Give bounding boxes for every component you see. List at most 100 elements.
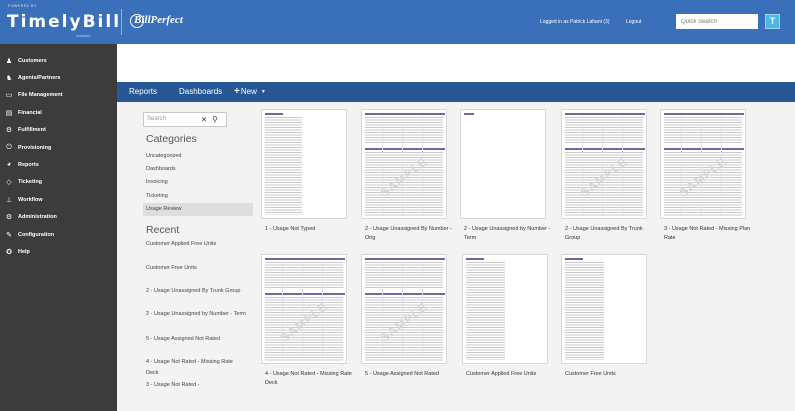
report-column-divider (402, 261, 403, 361)
report-header-bar (265, 293, 345, 295)
users-icon: ♞ (5, 74, 13, 82)
user-icon: ♟ (5, 57, 13, 65)
report-header-bar (565, 148, 645, 150)
report-header-bar (365, 113, 445, 115)
timelybill-logo[interactable]: POWERED BY TimelyBill CONNECT (6, 3, 122, 41)
report-thumbnail[interactable] (261, 109, 347, 219)
report-header-bar (365, 148, 445, 150)
sidebar-item-workflow[interactable]: ⊥ Workflow (0, 191, 117, 208)
clear-search-icon[interactable]: ✕ (201, 115, 207, 124)
recent-item[interactable]: 2 - Usage Unassigned by Number - Term (146, 309, 246, 320)
ledger-icon: ▤ (5, 109, 13, 117)
new-menu[interactable]: +New ▼ (234, 82, 266, 102)
quick-search-button[interactable]: T (765, 14, 780, 29)
report-title[interactable]: 2 - Usage Unassigned By Trunk Group (565, 225, 655, 243)
report-title[interactable]: 1 - Usage Not Typed (265, 225, 355, 234)
sidebar-item-customers[interactable]: ♟ Customers (0, 52, 117, 69)
report-header-bar (365, 258, 445, 260)
report-column-divider (382, 116, 383, 216)
tag-icon: ◇ (6, 179, 12, 187)
content-header-blank (117, 44, 795, 82)
pie-chart-icon: ◕ (6, 161, 12, 169)
sidebar-item-label: Fulfillment (18, 127, 46, 134)
sidebar-item-reports[interactable]: ◕ Reports (0, 156, 117, 173)
nav-dashboards[interactable]: Dashboards (179, 82, 222, 102)
report-table-rows (265, 117, 302, 215)
sitemap-icon: ⊥ (5, 196, 13, 204)
report-column-divider (382, 261, 383, 361)
sidebar-item-label: File Management (18, 92, 63, 99)
report-thumbnail[interactable]: SAMPLE (361, 109, 447, 219)
report-thumbnail[interactable] (462, 254, 548, 364)
report-title[interactable]: Customer Applied Free Units (466, 370, 556, 379)
report-table-rows (664, 117, 742, 143)
report-table-rows (265, 262, 343, 288)
report-table-rows (466, 262, 505, 360)
billperfect-logo-text[interactable]: BillPerfect (134, 14, 183, 26)
powered-by-label: POWERED BY (8, 4, 37, 8)
logout-link[interactable]: Logout (626, 19, 641, 25)
category-uncategorized[interactable]: Uncategorized (143, 150, 253, 163)
report-title[interactable]: 5 - Usage Assigned Not Rated (365, 370, 455, 379)
recent-item[interactable]: 2 - Usage Unassigned By Trunk Group (146, 286, 246, 297)
report-thumbnail[interactable]: SAMPLE (561, 109, 647, 219)
report-column-divider (582, 116, 583, 216)
recent-item[interactable]: Customer Applied Free Units (146, 239, 246, 250)
report-header-bar (464, 113, 474, 115)
report-table-rows (365, 262, 443, 288)
sidebar-item-provisioning[interactable]: ⏻ Provisioning (0, 139, 117, 156)
quick-search-input[interactable] (676, 14, 758, 29)
report-header-bar (265, 258, 345, 260)
brand-name: TimelyBill (7, 12, 122, 32)
category-invoicing[interactable]: Invoicing (143, 176, 253, 189)
top-bar: POWERED BY TimelyBill CONNECT BillPerfec… (0, 0, 795, 44)
report-header-bar (365, 293, 445, 295)
report-title[interactable]: 2 - Usage Unassigned By Number - Orig (365, 225, 455, 243)
report-search-box[interactable]: Search ✕ ⚲ (143, 112, 227, 127)
gear-icon: ⚙ (5, 127, 13, 135)
report-column-divider (402, 116, 403, 216)
report-header-bar (466, 258, 484, 260)
recent-item[interactable]: 4 - Usage Not Rated - Missing Rate Deck (146, 357, 246, 379)
sidebar-item-label: Ticketing (18, 179, 43, 186)
category-dashboards[interactable]: Dashboards (143, 163, 253, 176)
sidebar-item-fulfillment[interactable]: ⚙ Fulfillment (0, 122, 117, 139)
report-header-bar (565, 113, 645, 115)
recent-item[interactable]: Customer Free Units (146, 263, 246, 274)
sidebar-item-label: Administration (18, 214, 57, 221)
recent-item[interactable]: 3 - Usage Not Rated - (146, 380, 246, 391)
sidebar-item-financial[interactable]: ▤ Financial (0, 104, 117, 121)
sidebar-item-label: Help (18, 248, 30, 255)
lifebuoy-icon: ✪ (6, 248, 12, 256)
report-thumbnail[interactable]: SAMPLE (660, 109, 746, 219)
category-usage-review[interactable]: Usage Review (143, 202, 253, 216)
categories-heading: Categories (146, 133, 197, 145)
sidebar-item-label: Financial (18, 109, 42, 116)
report-thumbnail[interactable] (460, 109, 546, 219)
sidebar-item-label: Workflow (18, 196, 43, 203)
report-title[interactable]: 4 - Usage Not Rated - Missing Rate Deck (265, 370, 355, 388)
sidebar-item-help[interactable]: ✪ Help (0, 243, 117, 260)
report-thumbnail[interactable] (561, 254, 647, 364)
report-title[interactable]: 2 - Usage Unassigned by Number - Term (464, 225, 554, 243)
category-ticketing[interactable]: Ticketing (143, 190, 253, 203)
sidebar-item-file-management[interactable]: ▭ File Management (0, 87, 117, 104)
sidebar-item-configuration[interactable]: ✎ Configuration (0, 226, 117, 243)
sidebar-item-administration[interactable]: ⚙ Administration (0, 209, 117, 226)
report-title[interactable]: Customer Free Units (565, 370, 655, 379)
sidebar-item-ticketing[interactable]: ◇ Ticketing (0, 174, 117, 191)
admin-gears-icon: ⚙ (5, 214, 13, 222)
reports-nav-bar: Reports Dashboards +New ▼ (117, 82, 795, 102)
recent-item[interactable]: 5 - Usage Assigned Not Rated (146, 334, 246, 345)
sidebar-item-agents-partners[interactable]: ♞ Agents/Partners (0, 69, 117, 86)
report-column-divider (681, 116, 682, 216)
report-title[interactable]: 3 - Usage Not Rated - Missing Plan Rate (664, 225, 754, 243)
report-header-bar (664, 148, 744, 150)
search-icon[interactable]: ⚲ (212, 115, 218, 124)
report-thumbnail[interactable]: SAMPLE (261, 254, 347, 364)
report-thumbnail[interactable]: SAMPLE (361, 254, 447, 364)
report-table-rows (565, 262, 604, 360)
report-column-divider (302, 261, 303, 361)
reports-left-panel: Search ✕ ⚲ Categories Uncategorized Dashb… (117, 102, 253, 411)
nav-reports[interactable]: Reports (129, 82, 157, 102)
